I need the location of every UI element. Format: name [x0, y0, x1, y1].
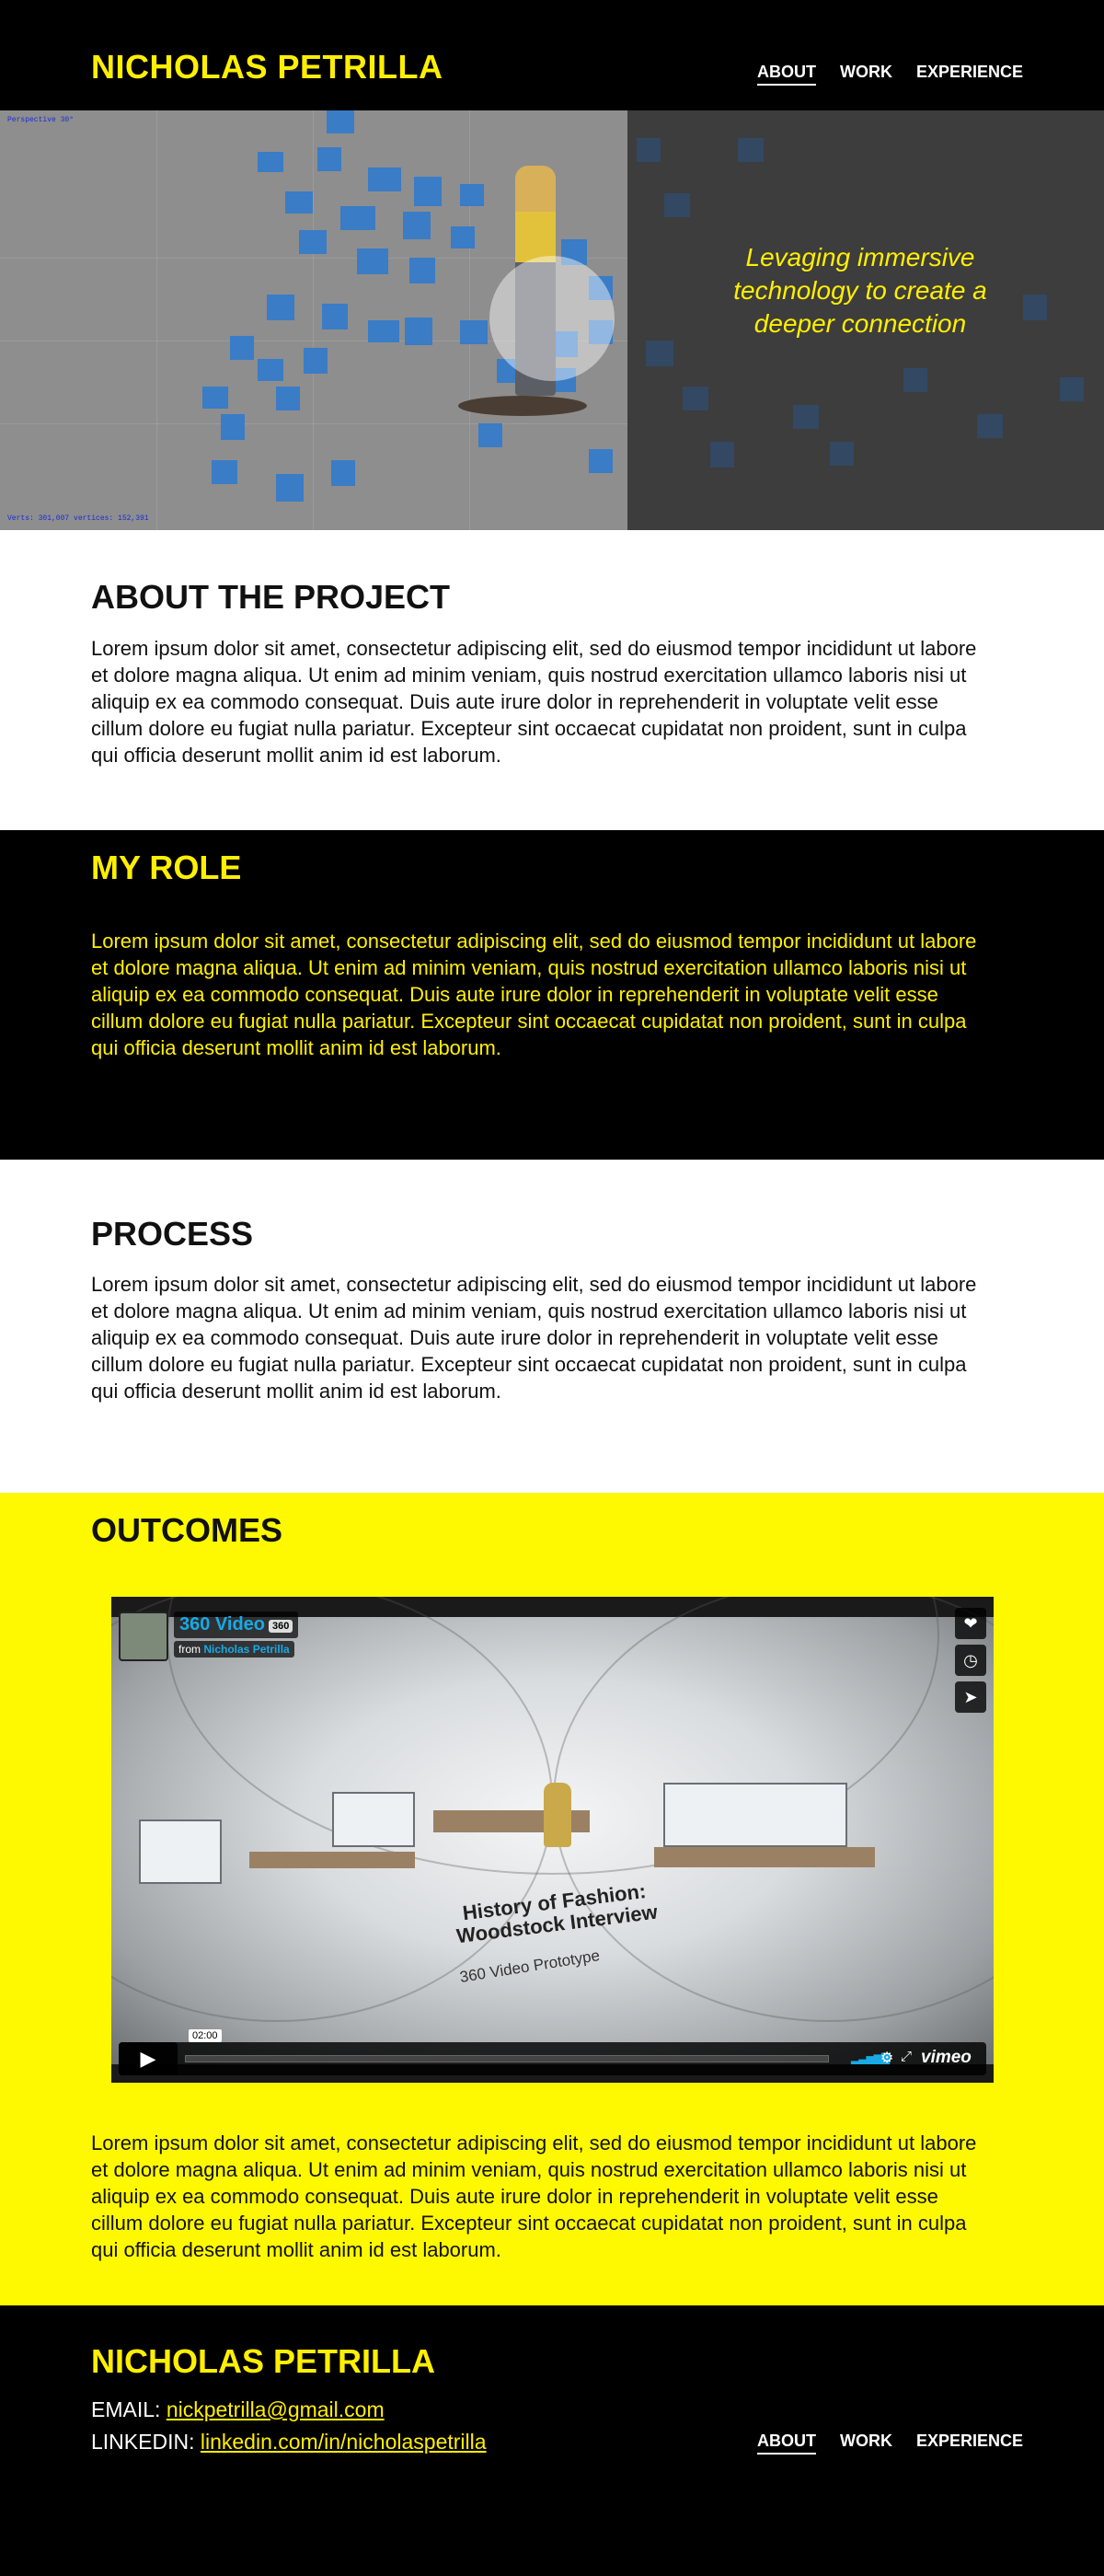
- video-title[interactable]: 360 Video: [179, 1614, 265, 1635]
- linkedin-link[interactable]: linkedin.com/in/nicholaspetrilla: [201, 2430, 487, 2454]
- footer-nav-about-link[interactable]: ABOUT: [756, 2432, 816, 2455]
- linkedin-label: LINKEDIN:: [91, 2430, 195, 2454]
- site-header: NICHOLAS PETRILLA ABOUT WORK EXPERIENCE: [0, 0, 1104, 110]
- settings-gear-icon[interactable]: ⚙: [880, 2049, 893, 2067]
- like-heart-icon[interactable]: ❤: [955, 1608, 986, 1639]
- hero-3d-viewport-image: Perspective 30° Verts: 301,007 vertices:…: [0, 110, 627, 530]
- video-header: 360 Video 360 from Nicholas Petrilla: [119, 1611, 299, 1661]
- video-timecode: 02:00: [189, 2029, 222, 2042]
- site-brand[interactable]: NICHOLAS PETRILLA: [91, 48, 443, 87]
- footer-nav-experience-link[interactable]: EXPERIENCE: [916, 2432, 1023, 2455]
- video-360-badge: 360: [269, 1619, 293, 1633]
- about-body: Lorem ipsum dolor sit amet, consectetur …: [91, 637, 977, 767]
- email-label: EMAIL:: [91, 2397, 161, 2421]
- seated-person-shape: [544, 1783, 571, 1847]
- nav-experience-link[interactable]: EXPERIENCE: [916, 63, 1023, 86]
- role-body: Lorem ipsum dolor sit amet, consectetur …: [91, 930, 977, 1059]
- video-author-line: from Nicholas Petrilla: [174, 1641, 294, 1658]
- footer-linkedin-line: LINKEDIN: linkedin.com/in/nicholaspetril…: [91, 2430, 487, 2455]
- author-avatar[interactable]: [119, 1611, 168, 1661]
- footer-nav: ABOUT WORK EXPERIENCE: [756, 2432, 1023, 2455]
- process-heading: PROCESS: [91, 1215, 254, 1253]
- nav-about-link[interactable]: ABOUT: [756, 63, 816, 86]
- role-heading: MY ROLE: [91, 849, 242, 886]
- watch-later-clock-icon[interactable]: ◷: [955, 1645, 986, 1676]
- hero-banner: Perspective 30° Verts: 301,007 vertices:…: [0, 110, 1104, 530]
- vimeo-logo[interactable]: vimeo: [921, 2048, 972, 2068]
- footer-email-line: EMAIL: nickpetrilla@gmail.com: [91, 2397, 385, 2422]
- play-icon[interactable]: ▶: [119, 2042, 178, 2075]
- video-frame: History of Fashion: Woodstock Interview …: [111, 1597, 994, 2064]
- video-player[interactable]: History of Fashion: Woodstock Interview …: [111, 1597, 994, 2083]
- video-progress-bar[interactable]: [185, 2055, 829, 2062]
- process-body: Lorem ipsum dolor sit amet, consectetur …: [91, 1273, 977, 1403]
- viewport-label: Perspective 30°: [7, 116, 75, 124]
- about-heading: ABOUT THE PROJECT: [91, 578, 451, 616]
- footer-nav-work-link[interactable]: WORK: [840, 2432, 892, 2455]
- outcomes-heading: OUTCOMES: [91, 1511, 283, 1549]
- video-controls: ▶ 02:00 ▂▃▅▆▇ ⚙ ⤢ vimeo: [119, 2029, 986, 2075]
- sphere-shape: [489, 256, 615, 381]
- video-author-link[interactable]: Nicholas Petrilla: [203, 1643, 289, 1656]
- hero-tagline: Levaging immersive technology to create …: [733, 243, 987, 338]
- outcomes-body: Lorem ipsum dolor sit amet, consectetur …: [91, 2131, 977, 2261]
- email-link[interactable]: nickpetrilla@gmail.com: [167, 2397, 385, 2421]
- video-overlay-subtitle: 360 Video Prototype: [458, 1946, 602, 1986]
- viewport-stats: Verts: 301,007 vertices: 152,391: [7, 514, 149, 523]
- nav-work-link[interactable]: WORK: [840, 63, 892, 86]
- role-section: MY ROLE Lorem ipsum dolor sit amet, cons…: [0, 830, 1104, 1160]
- video-side-actions: ❤ ◷ ➤: [955, 1608, 986, 1713]
- header-nav: ABOUT WORK EXPERIENCE: [756, 63, 1023, 86]
- fullscreen-icon[interactable]: ⤢: [901, 2049, 912, 2064]
- footer-brand: NICHOLAS PETRILLA: [91, 2342, 435, 2380]
- platform-shape: [458, 396, 587, 416]
- share-send-icon[interactable]: ➤: [955, 1681, 986, 1713]
